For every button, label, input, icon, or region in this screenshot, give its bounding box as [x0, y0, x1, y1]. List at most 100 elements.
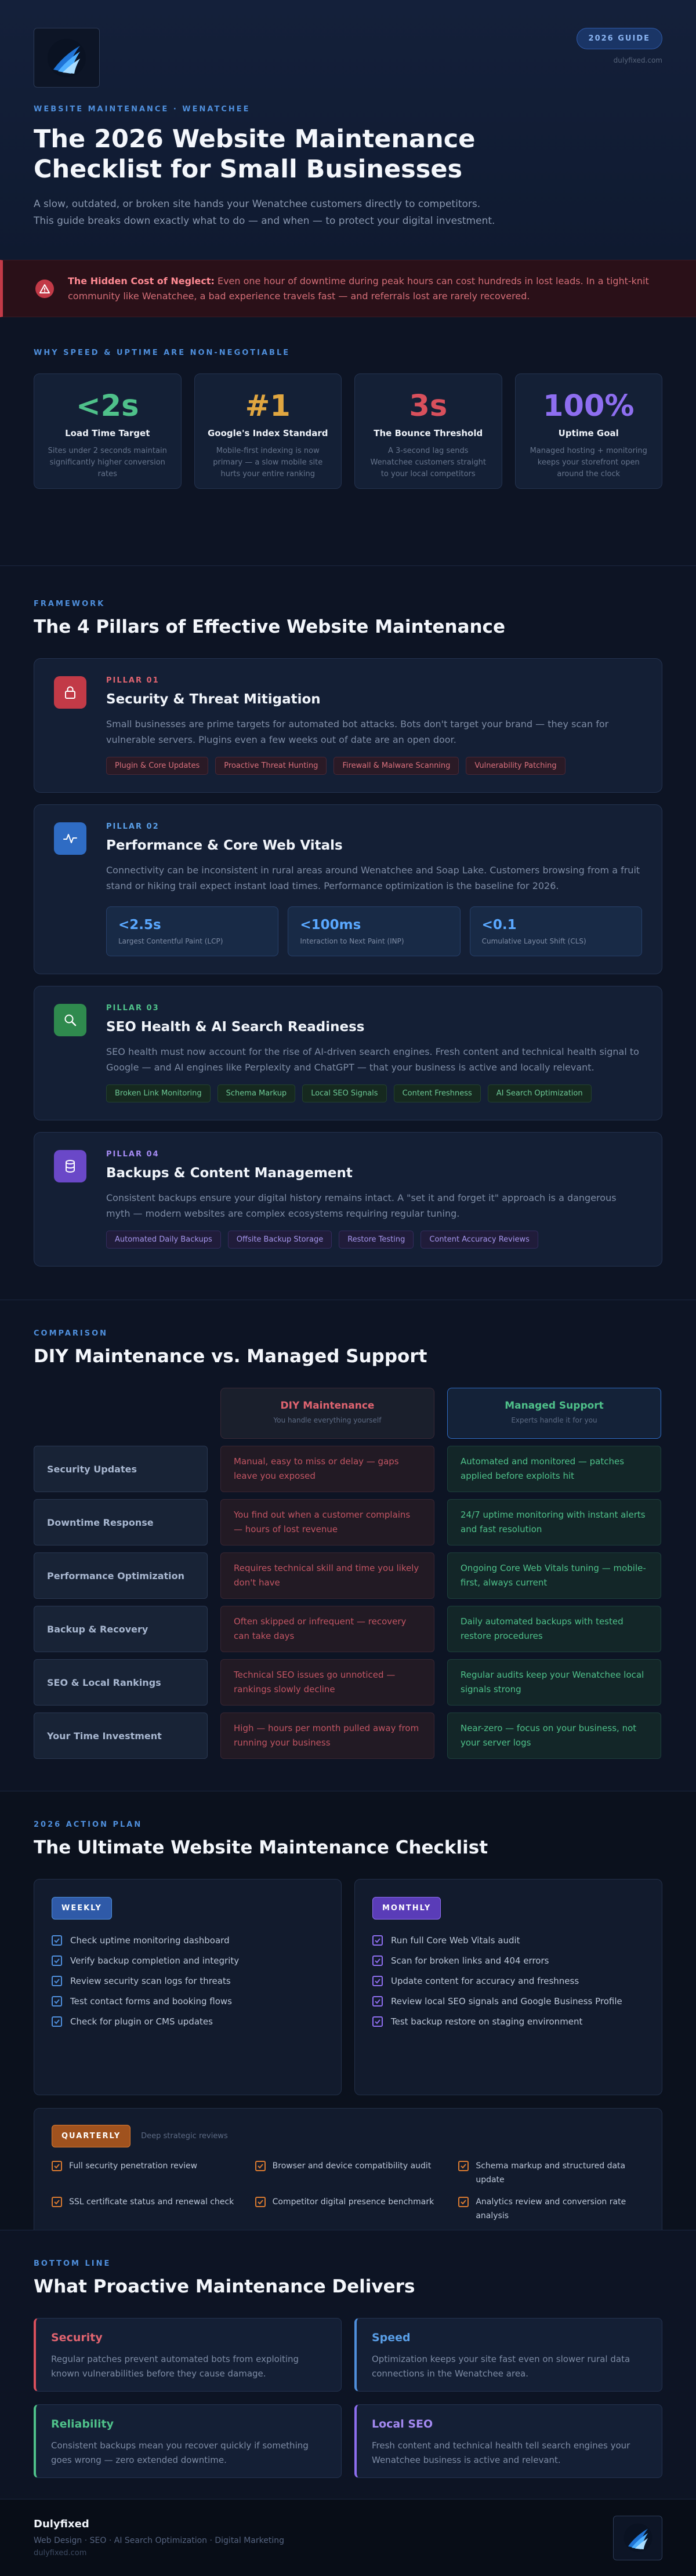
lock-icon — [54, 676, 86, 709]
metric-value: <0.1 — [481, 917, 517, 933]
item-label: Review local SEO signals and Google Busi… — [391, 1996, 622, 2007]
benefit-desc: Optimization keeps your site fast even o… — [372, 2354, 630, 2379]
stat-title: The Bounce Threshold — [374, 428, 483, 438]
stat-card: <2s Load Time Target Sites under 2 secon… — [34, 373, 182, 489]
stat-desc: A 3-second lag sends Wenatchee customers… — [370, 447, 486, 478]
stat-title: Uptime Goal — [558, 428, 619, 438]
item-label: Test backup restore on staging environme… — [391, 2016, 583, 2027]
comparison-section: COMPARISON DIY Maintenance vs. Managed S… — [0, 1300, 696, 1791]
diy-cell: Often skipped or infrequent — recovery c… — [220, 1606, 434, 1652]
checklist-item[interactable]: Full security penetration review — [52, 2159, 238, 2187]
pillar-tags: Plugin & Core Updates Proactive Threat H… — [106, 757, 642, 775]
checkbox-icon[interactable] — [458, 2197, 469, 2207]
checklist-item[interactable]: Test contact forms and booking flows — [52, 1991, 324, 2011]
monthly-badge: MONTHLY — [372, 1897, 441, 1920]
checklist-columns: WEEKLY Check uptime monitoring dashboard… — [34, 1879, 662, 2095]
item-label: Check for plugin or CMS updates — [70, 2016, 213, 2027]
stats-section: WHY SPEED & UPTIME ARE NON-NEGOTIABLE <2… — [0, 317, 696, 565]
hero-subtitle: A slow, outdated, or broken site hands y… — [34, 198, 495, 227]
tag: Content Accuracy Reviews — [420, 1231, 538, 1249]
item-label: Full security penetration review — [69, 2161, 198, 2171]
tag: Plugin & Core Updates — [106, 757, 209, 775]
checkbox-icon[interactable] — [372, 1975, 383, 1986]
checklist-item[interactable]: Browser and device compatibility audit — [255, 2159, 441, 2187]
checkbox-icon[interactable] — [52, 2197, 62, 2207]
stat-desc: Mobile-first indexing is now primary — a… — [213, 447, 323, 478]
pillar-tags: Automated Daily Backups Offsite Backup S… — [106, 1231, 642, 1249]
vitals-metrics: <2.5s Largest Contentful Paint (LCP) <10… — [106, 906, 642, 956]
checkbox-icon[interactable] — [52, 2016, 62, 2027]
checklist-item[interactable]: Update content for accuracy and freshnes… — [372, 1971, 644, 1991]
metric-label: Cumulative Layout Shift (CLS) — [481, 937, 586, 945]
checklist-item[interactable]: Verify backup completion and integrity — [52, 1950, 324, 1971]
item-label: Verify backup completion and integrity — [70, 1955, 240, 1966]
checklist-item[interactable]: Competitor digital presence benchmark — [255, 2195, 441, 2223]
pillar-label: PILLAR 02 — [106, 822, 160, 831]
row-label: Backup & Recovery — [34, 1606, 208, 1652]
checklist-item[interactable]: Scan for broken links and 404 errors — [372, 1950, 644, 1971]
pillars-title: The 4 Pillars of Effective Website Maint… — [34, 616, 505, 637]
metric-cls: <0.1 Cumulative Layout Shift (CLS) — [469, 906, 642, 956]
tag: Broken Link Monitoring — [106, 1084, 211, 1102]
site-url[interactable]: dulyfixed.com — [614, 56, 662, 64]
diy-cell: Manual, easy to miss or delay — gaps lea… — [220, 1446, 434, 1492]
checkbox-icon[interactable] — [372, 1955, 383, 1966]
checklist-item[interactable]: Analytics review and conversion rate ana… — [458, 2195, 644, 2223]
checkbox-icon[interactable] — [52, 1935, 62, 1946]
stat-value: <2s — [75, 389, 139, 423]
alert-text: The Hidden Cost of Neglect: Even one hou… — [68, 274, 664, 304]
managed-header-title: Managed Support — [505, 1400, 604, 1412]
checklist-item[interactable]: Check for plugin or CMS updates — [52, 2011, 324, 2031]
row-label: Downtime Response — [34, 1499, 208, 1545]
checklist-item[interactable]: Schema markup and structured data update — [458, 2159, 644, 2187]
checkbox-icon[interactable] — [372, 1935, 383, 1946]
monthly-card: MONTHLY Run full Core Web Vitals audit S… — [354, 1879, 662, 2095]
footer: Dulyfixed Web Design · SEO · AI Search O… — [0, 2499, 696, 2576]
benefit-title: Local SEO — [372, 2418, 433, 2430]
checkbox-icon[interactable] — [255, 2161, 266, 2171]
footer-url[interactable]: dulyfixed.com — [34, 2549, 284, 2557]
benefit-desc: Consistent backups mean you recover quic… — [51, 2440, 309, 2465]
pillar-title: Performance & Core Web Vitals — [106, 838, 343, 853]
checklist-item[interactable]: Run full Core Web Vitals audit — [372, 1930, 644, 1950]
checklist-item[interactable]: Review security scan logs for threats — [52, 1971, 324, 1991]
monthly-list: Run full Core Web Vitals audit Scan for … — [372, 1930, 644, 2031]
bottom-line-label: BOTTOM LINE — [34, 2259, 111, 2268]
checklist-item[interactable]: Review local SEO signals and Google Busi… — [372, 1991, 644, 2011]
pillar-card-seo: PILLAR 03 SEO Health & AI Search Readine… — [34, 986, 662, 1120]
checkbox-icon[interactable] — [52, 2161, 62, 2171]
stat-value: 100% — [542, 389, 635, 423]
tag: Vulnerability Patching — [466, 757, 566, 775]
benefit-title: Speed — [372, 2331, 411, 2344]
checklist-item[interactable]: SSL certificate status and renewal check — [52, 2195, 238, 2223]
diy-header-title: DIY Maintenance — [280, 1400, 375, 1412]
checkbox-icon[interactable] — [458, 2161, 469, 2171]
checkbox-icon[interactable] — [372, 1996, 383, 2007]
weekly-badge: WEEKLY — [52, 1897, 112, 1920]
footer-services: Web Design · SEO · AI Search Optimizatio… — [34, 2536, 285, 2545]
stat-card: #1 Google's Index Standard Mobile-first … — [194, 373, 342, 489]
brand-logo[interactable] — [34, 28, 100, 88]
checklist-title: The Ultimate Website Maintenance Checkli… — [34, 1837, 488, 1858]
tag: Proactive Threat Hunting — [215, 757, 327, 775]
checkbox-icon[interactable] — [52, 1996, 62, 2007]
wave-logo-icon — [623, 2523, 652, 2552]
pillars-label: FRAMEWORK — [34, 600, 106, 608]
benefit-card-local-seo: Local SEO Fresh content and technical he… — [354, 2404, 662, 2478]
checklist-item[interactable]: Test backup restore on staging environme… — [372, 2011, 644, 2031]
alert-lead: The Hidden Cost of Neglect: — [68, 275, 215, 286]
checkbox-icon[interactable] — [52, 1975, 62, 1986]
checkbox-icon[interactable] — [52, 1955, 62, 1966]
row-label: SEO & Local Rankings — [34, 1659, 208, 1706]
checklist-item[interactable]: Check uptime monitoring dashboard — [52, 1930, 324, 1950]
diy-cell: Requires technical skill and time you li… — [220, 1552, 434, 1599]
checkbox-icon[interactable] — [255, 2197, 266, 2207]
checkbox-icon[interactable] — [372, 2016, 383, 2027]
metric-value: <2.5s — [118, 917, 161, 933]
weekly-list: Check uptime monitoring dashboard Verify… — [52, 1930, 324, 2031]
item-label: Scan for broken links and 404 errors — [391, 1955, 549, 1966]
footer-logo[interactable] — [613, 2515, 662, 2560]
managed-cell: Daily automated backups with tested rest… — [447, 1606, 661, 1652]
tag: Content Freshness — [393, 1084, 481, 1102]
benefit-card-security: Security Regular patches prevent automat… — [34, 2318, 342, 2392]
